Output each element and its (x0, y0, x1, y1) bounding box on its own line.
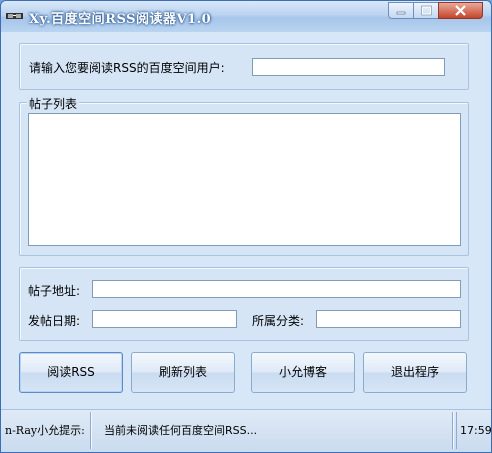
status-prefix: n-Ray小允提示: (1, 412, 91, 449)
minimize-button[interactable] (388, 2, 414, 19)
post-url-label: 帖子地址: (28, 284, 81, 298)
maximize-button[interactable] (413, 2, 439, 19)
exit-button[interactable]: 退出程序 (363, 352, 467, 393)
title-bar[interactable]: Xy.百度空间RSS阅读器V1.0 (1, 1, 491, 32)
category-label: 所属分类: (252, 314, 305, 328)
status-bar: n-Ray小允提示: 当前未阅读任何百度空间RSS... 17:59 (1, 409, 491, 452)
close-icon (455, 5, 466, 16)
window-title: Xy.百度空间RSS阅读器V1.0 (29, 12, 212, 27)
post-url-input[interactable] (92, 280, 461, 298)
blog-button[interactable]: 小允博客 (251, 352, 355, 393)
refresh-list-button[interactable]: 刷新列表 (131, 352, 235, 393)
client-area: 请输入您要阅读RSS的百度空间用户: 帖子列表 帖子地址: 发帖日期: 所属分类… (7, 32, 485, 446)
post-details-group: 帖子地址: 发帖日期: 所属分类: (19, 267, 469, 341)
posts-group-legend: 帖子列表 (27, 95, 80, 112)
username-input[interactable] (252, 58, 445, 76)
app-icon (6, 13, 23, 19)
username-label: 请输入您要阅读RSS的百度空间用户: (29, 61, 225, 75)
close-button[interactable] (438, 2, 483, 19)
status-message: 当前未阅读任何百度空间RSS... (93, 412, 453, 449)
minimize-icon (396, 11, 406, 15)
posts-listbox[interactable] (28, 113, 461, 246)
user-input-group: 请输入您要阅读RSS的百度空间用户: (19, 43, 469, 90)
post-date-input[interactable] (92, 310, 237, 328)
post-date-label: 发帖日期: (28, 314, 81, 328)
posts-group: 帖子列表 (19, 95, 469, 256)
status-time: 17:59 (456, 412, 491, 449)
read-rss-button[interactable]: 阅读RSS (19, 352, 123, 393)
category-input[interactable] (316, 310, 461, 328)
app-window: Xy.百度空间RSS阅读器V1.0 请输入您要阅读RSS的百度空间用户: 帖子列… (0, 0, 492, 453)
maximize-icon (421, 5, 432, 16)
